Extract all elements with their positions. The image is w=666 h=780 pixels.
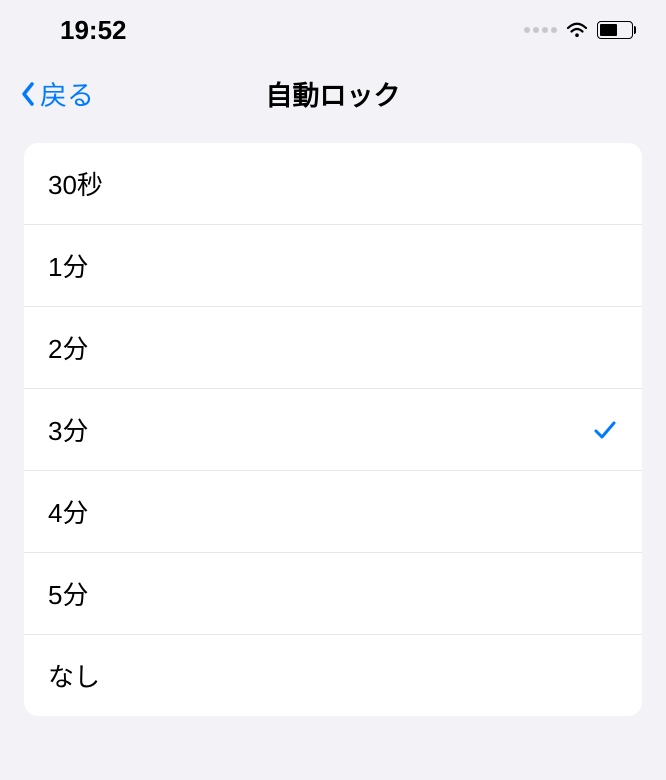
chevron-left-icon	[20, 81, 36, 107]
list-item-label: 30秒	[48, 165, 103, 202]
list-item[interactable]: 30秒	[24, 143, 642, 225]
battery-icon	[597, 21, 636, 39]
page-title: 自動ロック	[266, 74, 401, 113]
status-right	[524, 20, 636, 40]
cellular-dots-icon	[524, 27, 557, 33]
wifi-icon	[565, 20, 589, 40]
back-label: 戻る	[40, 74, 94, 113]
list-item-label: 2分	[48, 329, 88, 366]
list-item-label: 4分	[48, 493, 88, 530]
check-icon	[592, 417, 618, 443]
list-item[interactable]: 2分	[24, 307, 642, 389]
nav-bar: 戻る 自動ロック	[0, 60, 666, 143]
list-item[interactable]: 4分	[24, 471, 642, 553]
list-item[interactable]: 3分	[24, 389, 642, 471]
list-item[interactable]: なし	[24, 635, 642, 716]
list-item-label: なし	[48, 657, 100, 694]
back-button[interactable]: 戻る	[20, 74, 94, 113]
list-item-label: 5分	[48, 575, 88, 612]
options-list: 30秒 1分 2分 3分 4分 5分なし	[24, 143, 642, 716]
list-item[interactable]: 1分	[24, 225, 642, 307]
list-item[interactable]: 5分	[24, 553, 642, 635]
status-bar: 19:52	[0, 0, 666, 60]
status-time: 19:52	[60, 15, 127, 46]
list-item-label: 3分	[48, 411, 88, 448]
list-item-label: 1分	[48, 247, 88, 284]
